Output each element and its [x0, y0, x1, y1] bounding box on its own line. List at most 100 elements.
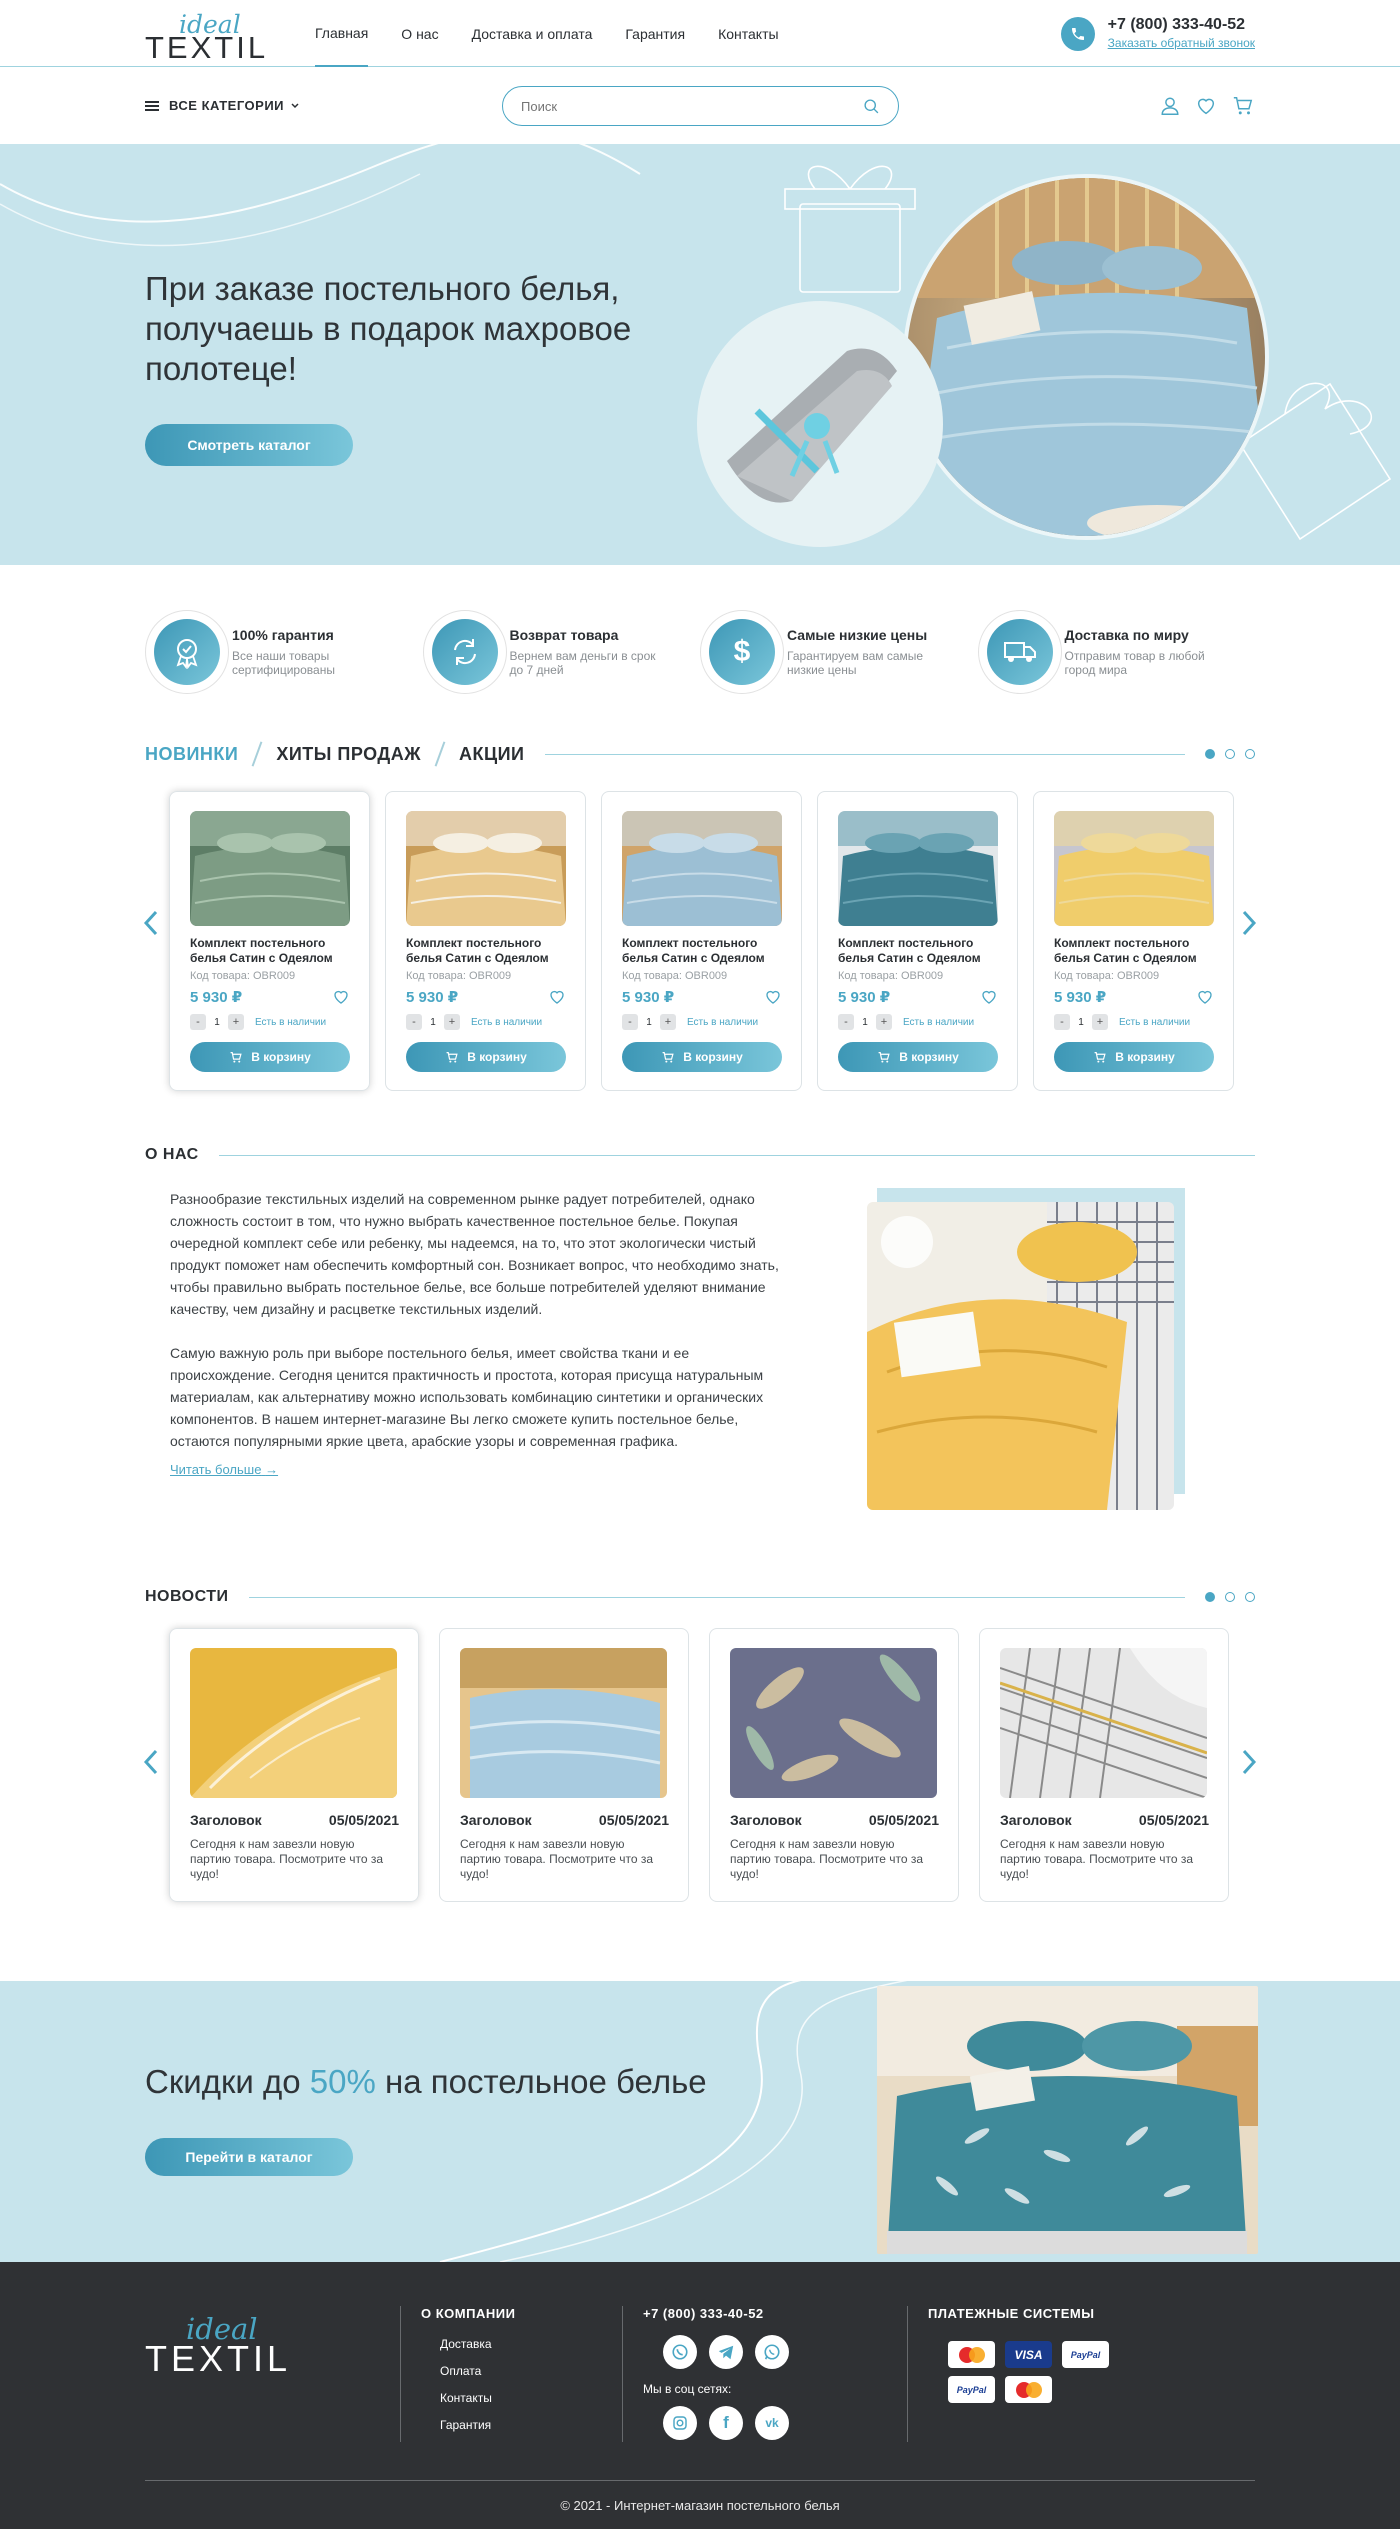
- product-card[interactable]: Комплект постельного белья Сатин с Одеял…: [817, 791, 1018, 1091]
- product-name[interactable]: Комплект постельного белья Сатин с Одеял…: [838, 936, 998, 966]
- news-card[interactable]: Заголовок 05/05/2021 Сегодня к нам завез…: [979, 1628, 1229, 1902]
- product-image[interactable]: [622, 811, 782, 926]
- cart-icon[interactable]: [1231, 95, 1255, 117]
- quantity-value[interactable]: 1: [422, 1017, 444, 1028]
- plus-button[interactable]: +: [660, 1014, 676, 1030]
- footer-phone[interactable]: +7 (800) 333-40-52: [643, 2306, 907, 2321]
- facebook-icon[interactable]: f: [709, 2406, 743, 2440]
- chevron-left-icon[interactable]: [143, 1748, 159, 1776]
- search-icon[interactable]: [863, 98, 880, 115]
- news-card[interactable]: Заголовок 05/05/2021 Сегодня к нам завез…: [169, 1628, 419, 1902]
- heart-icon[interactable]: [1195, 95, 1217, 117]
- tab-hits[interactable]: ХИТЫ ПРОДАЖ: [276, 744, 421, 765]
- callback-link[interactable]: Заказать обратный звонок: [1108, 36, 1255, 50]
- product-card[interactable]: Комплект постельного белья Сатин с Одеял…: [601, 791, 802, 1091]
- heart-icon[interactable]: [548, 988, 566, 1006]
- news-image[interactable]: [190, 1648, 397, 1798]
- nav-about[interactable]: О нас: [401, 0, 438, 67]
- minus-button[interactable]: -: [406, 1014, 422, 1030]
- nav-delivery[interactable]: Доставка и оплата: [472, 0, 593, 67]
- minus-button[interactable]: -: [190, 1014, 206, 1030]
- chevron-right-icon[interactable]: [1241, 1748, 1257, 1776]
- product-image[interactable]: [838, 811, 998, 926]
- carousel-dot[interactable]: [1225, 1592, 1235, 1602]
- footer-link-guarantee[interactable]: Гарантия: [440, 2418, 622, 2432]
- tab-sales[interactable]: АКЦИИ: [459, 744, 525, 765]
- whatsapp-icon[interactable]: [755, 2335, 789, 2369]
- product-name[interactable]: Комплект постельного белья Сатин с Одеял…: [190, 936, 350, 966]
- add-to-cart-button[interactable]: В корзину: [1054, 1042, 1214, 1072]
- news-image[interactable]: [460, 1648, 667, 1798]
- footer-link-delivery[interactable]: Доставка: [440, 2337, 622, 2351]
- nav-contacts[interactable]: Контакты: [718, 0, 778, 67]
- product-name[interactable]: Комплект постельного белья Сатин с Одеял…: [622, 936, 782, 966]
- read-more-label: Читать больше: [170, 1462, 262, 1477]
- minus-button[interactable]: -: [838, 1014, 854, 1030]
- carousel-dot[interactable]: [1225, 749, 1235, 759]
- product-card[interactable]: Комплект постельного белья Сатин с Одеял…: [169, 791, 370, 1091]
- product-image[interactable]: [406, 811, 566, 926]
- footer-link-contacts[interactable]: Контакты: [440, 2391, 622, 2405]
- add-to-cart-button[interactable]: В корзину: [622, 1042, 782, 1072]
- news-date: 05/05/2021: [598, 1812, 669, 1828]
- carousel-dot[interactable]: [1205, 1592, 1215, 1602]
- add-to-cart-button[interactable]: В корзину: [190, 1042, 350, 1072]
- news-image[interactable]: [730, 1648, 937, 1798]
- product-image[interactable]: [1054, 811, 1214, 926]
- plus-button[interactable]: +: [444, 1014, 460, 1030]
- product-card[interactable]: Комплект постельного белья Сатин с Одеял…: [1033, 791, 1234, 1091]
- viber-icon[interactable]: [663, 2335, 697, 2369]
- footer-link-payment[interactable]: Оплата: [440, 2364, 622, 2378]
- add-to-cart-button[interactable]: В корзину: [406, 1042, 566, 1072]
- footer-logo[interactable]: ideal TEXTIL: [145, 2306, 400, 2480]
- add-to-cart-button[interactable]: В корзину: [838, 1042, 998, 1072]
- telegram-icon[interactable]: [709, 2335, 743, 2369]
- promo-catalog-button[interactable]: Перейти в каталог: [145, 2138, 353, 2176]
- quantity-value[interactable]: 1: [638, 1017, 660, 1028]
- news-card[interactable]: Заголовок 05/05/2021 Сегодня к нам завез…: [709, 1628, 959, 1902]
- instagram-icon[interactable]: [663, 2406, 697, 2440]
- news-title[interactable]: Заголовок: [730, 1812, 802, 1828]
- minus-button[interactable]: -: [622, 1014, 638, 1030]
- chevron-left-icon[interactable]: [143, 909, 159, 937]
- heart-icon[interactable]: [1196, 988, 1214, 1006]
- search-input[interactable]: [521, 98, 863, 114]
- hero-catalog-button[interactable]: Смотреть каталог: [145, 424, 353, 466]
- carousel-dot[interactable]: [1245, 1592, 1255, 1602]
- nav-guarantee[interactable]: Гарантия: [625, 0, 685, 67]
- header-top: ideal TEXTIL Главная О нас Доставка и оп…: [0, 0, 1400, 67]
- news-title[interactable]: Заголовок: [190, 1812, 262, 1828]
- header-phone[interactable]: +7 (800) 333-40-52: [1108, 16, 1255, 34]
- quantity-value[interactable]: 1: [854, 1017, 876, 1028]
- carousel-dot[interactable]: [1245, 749, 1255, 759]
- user-icon[interactable]: [1159, 95, 1181, 117]
- tab-new[interactable]: НОВИНКИ: [145, 744, 238, 765]
- logo[interactable]: ideal TEXTIL: [145, 8, 265, 65]
- plus-button[interactable]: +: [876, 1014, 892, 1030]
- quantity-value[interactable]: 1: [206, 1017, 228, 1028]
- categories-menu[interactable]: ВСЕ КАТЕГОРИИ: [145, 98, 300, 113]
- heart-icon[interactable]: [764, 988, 782, 1006]
- quantity-value[interactable]: 1: [1070, 1017, 1092, 1028]
- product-image[interactable]: [190, 811, 350, 926]
- product-name[interactable]: Комплект постельного белья Сатин с Одеял…: [406, 936, 566, 966]
- plus-button[interactable]: +: [228, 1014, 244, 1030]
- news-card[interactable]: Заголовок 05/05/2021 Сегодня к нам завез…: [439, 1628, 689, 1902]
- read-more-link[interactable]: Читать больше →: [170, 1462, 278, 1477]
- vk-icon[interactable]: vk: [755, 2406, 789, 2440]
- add-to-cart-label: В корзину: [1115, 1050, 1175, 1064]
- hero-bed-photo: [903, 174, 1269, 540]
- minus-button[interactable]: -: [1054, 1014, 1070, 1030]
- heart-icon[interactable]: [980, 988, 998, 1006]
- news-title[interactable]: Заголовок: [1000, 1812, 1072, 1828]
- phone-icon[interactable]: [1060, 16, 1095, 51]
- heart-icon[interactable]: [332, 988, 350, 1006]
- chevron-right-icon[interactable]: [1241, 909, 1257, 937]
- product-name[interactable]: Комплект постельного белья Сатин с Одеял…: [1054, 936, 1214, 966]
- plus-button[interactable]: +: [1092, 1014, 1108, 1030]
- news-image[interactable]: [1000, 1648, 1207, 1798]
- product-card[interactable]: Комплект постельного белья Сатин с Одеял…: [385, 791, 586, 1091]
- carousel-dot[interactable]: [1205, 749, 1215, 759]
- news-title[interactable]: Заголовок: [460, 1812, 532, 1828]
- nav-home[interactable]: Главная: [315, 0, 369, 67]
